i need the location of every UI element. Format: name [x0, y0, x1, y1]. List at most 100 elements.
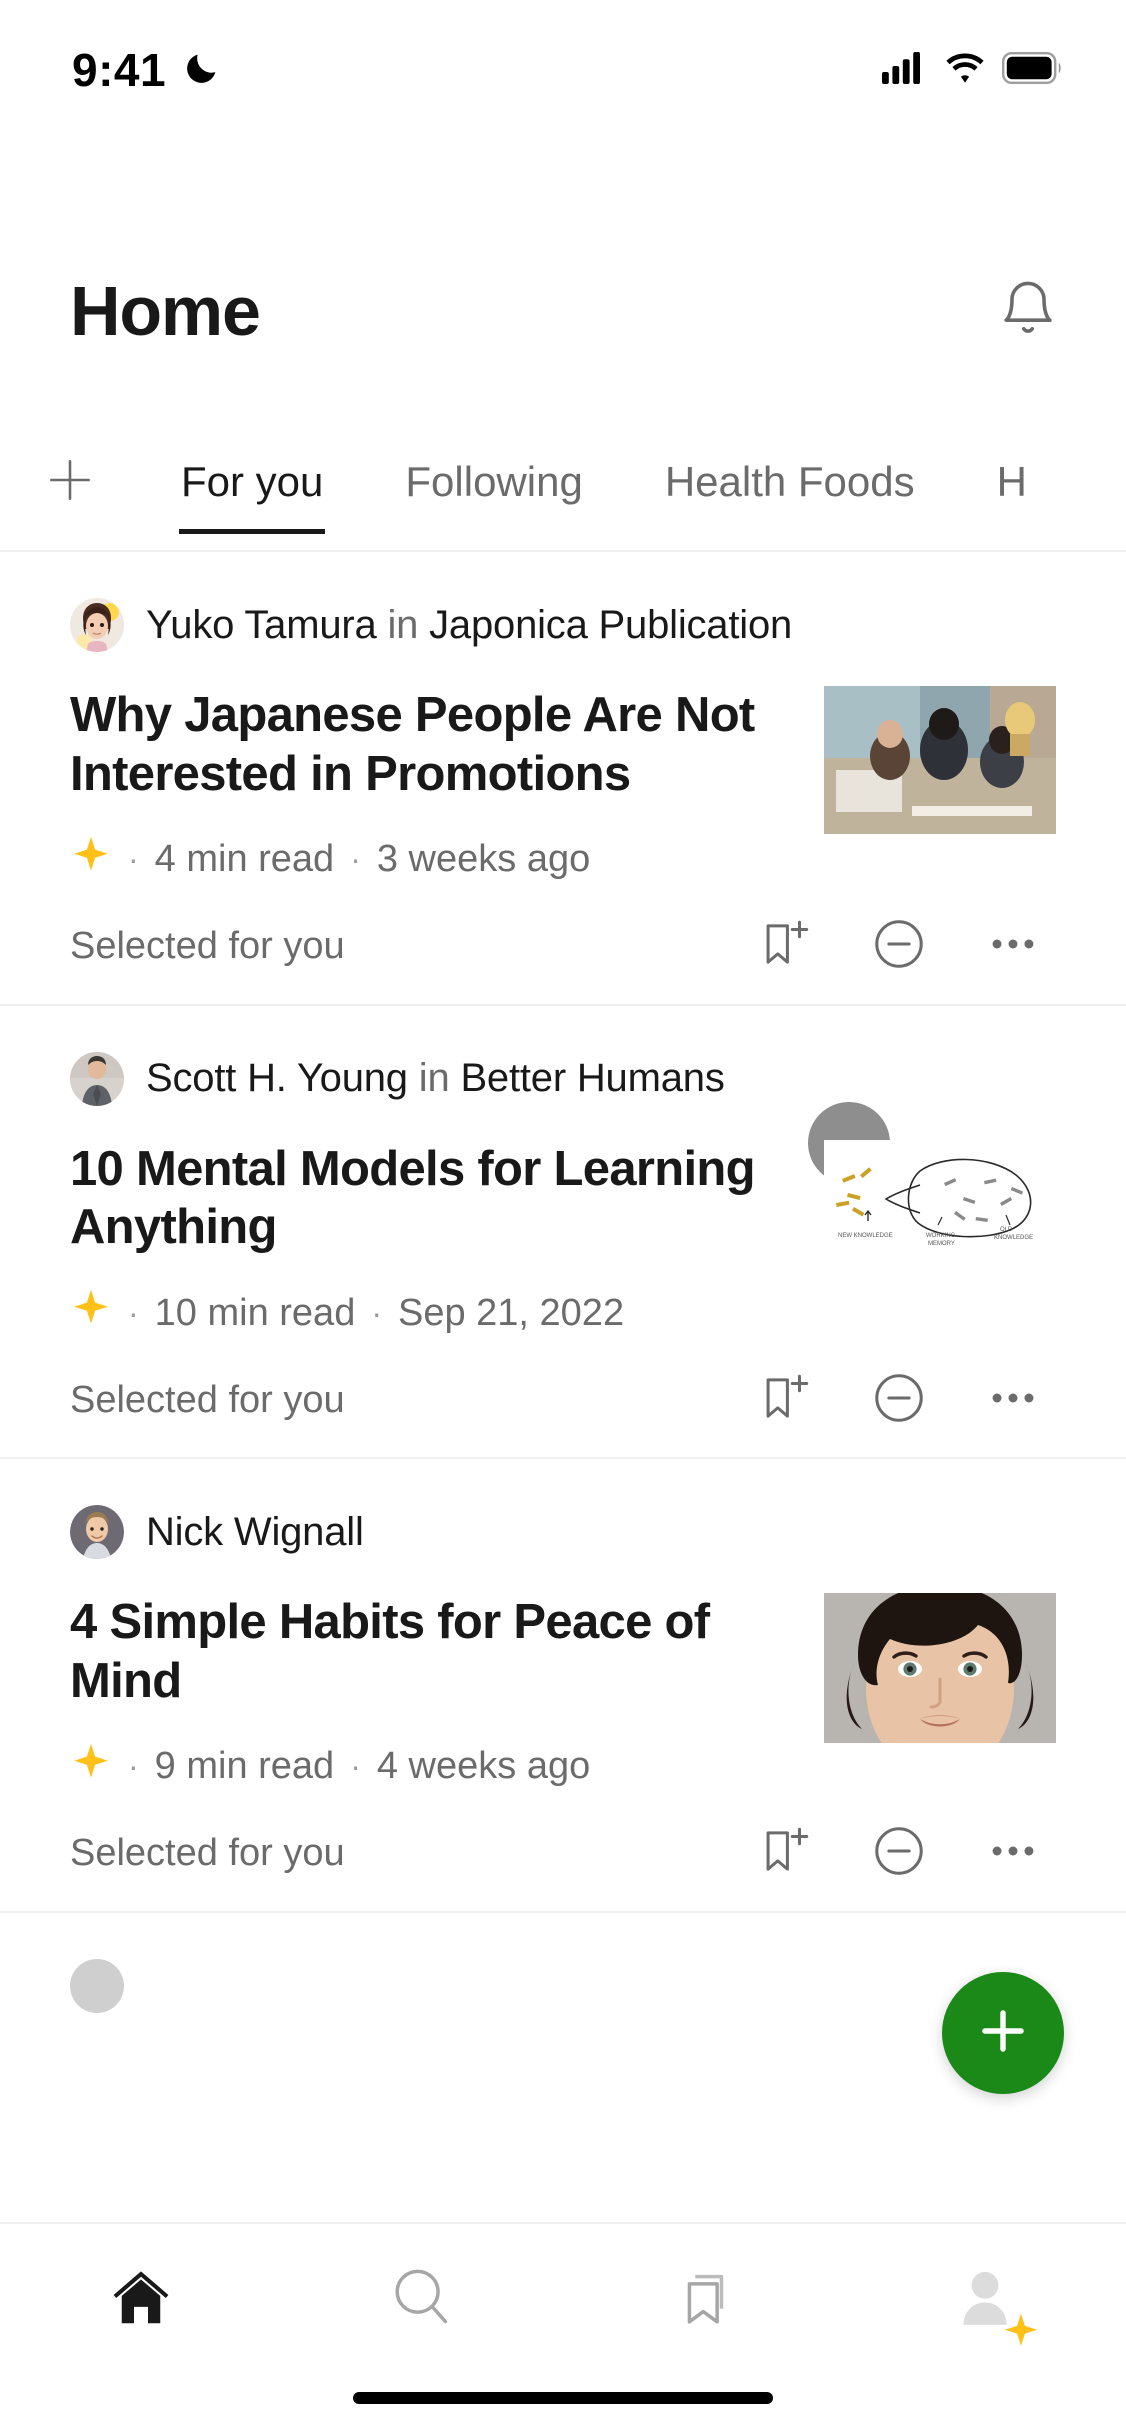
star-sparkle-icon [70, 834, 112, 886]
article-actions[interactable] [754, 916, 1056, 978]
article-byline[interactable] [70, 1958, 1056, 2013]
hide-button[interactable] [868, 1369, 930, 1431]
publish-date: Sep 21, 2022 [397, 1291, 625, 1334]
article-text-block: Why Japanese People Are Not Interested i… [70, 686, 794, 886]
article-meta: · 10 min read · Sep 21, 2022 [70, 1287, 794, 1339]
add-topic-button[interactable] [0, 430, 140, 534]
tab-following[interactable]: Following [364, 430, 623, 534]
in-word: in [387, 602, 419, 647]
article-thumbnail[interactable] [824, 686, 1056, 834]
article-thumbnail[interactable]: NEW KNOWLEDGE WORKING MEMORY OLD KNOWLED… [824, 1139, 1056, 1260]
status-bar-left: 9:41 [72, 43, 222, 97]
svg-text:OLD: OLD [1000, 1227, 1013, 1233]
meta-separator: · [128, 1748, 139, 1785]
article-actions[interactable] [754, 1823, 1056, 1885]
more-dots-icon [984, 1822, 1042, 1885]
author-name: Scott H. Young [146, 1056, 408, 1101]
more-options-button[interactable] [982, 1369, 1044, 1431]
article-card[interactable]: Scott H. Young in Better Humans 10 Menta… [0, 1006, 1126, 1460]
home-indicator [353, 2392, 773, 2404]
selected-for-you-label: Selected for you [70, 1378, 345, 1421]
publish-date: 3 weeks ago [376, 838, 591, 881]
tab-partial[interactable]: H [956, 430, 1068, 534]
status-time: 9:41 [72, 44, 167, 96]
svg-text:MEMORY: MEMORY [928, 1241, 955, 1247]
circle-minus-icon [870, 1822, 928, 1885]
in-word: in [418, 1056, 450, 1101]
publication-name: Better Humans [460, 1056, 725, 1101]
svg-text:KNOWLEDGE: KNOWLEDGE [994, 1235, 1033, 1241]
more-options-button[interactable] [982, 1823, 1044, 1885]
bookmark-button[interactable] [754, 1369, 816, 1431]
byline-text: Yuko Tamura in Japonica Publication [146, 603, 792, 648]
read-time: 4 min read [154, 838, 335, 881]
bookmark-button[interactable] [754, 1823, 816, 1885]
read-time: 9 min read [154, 1745, 335, 1788]
article-title[interactable]: Why Japanese People Are Not Interested i… [70, 686, 794, 804]
meta-separator: · [350, 1748, 361, 1785]
selected-for-you-label: Selected for you [70, 925, 345, 968]
byline-text: Nick Wignall [146, 1510, 364, 1555]
bookmark-plus-icon [756, 1369, 814, 1432]
bookmark-plus-icon [756, 1822, 814, 1885]
plus-icon [972, 2000, 1034, 2067]
meta-separator: · [128, 841, 139, 878]
star-sparkle-icon [1001, 2311, 1041, 2356]
article-footer: Selected for you [70, 916, 1056, 978]
more-dots-icon [984, 1369, 1042, 1432]
nav-search[interactable] [282, 2224, 564, 2374]
selected-for-you-label: Selected for you [70, 1832, 345, 1875]
article-card[interactable]: Yuko Tamura in Japonica Publication Why … [0, 552, 1126, 1184]
bookmark-icon [669, 2262, 739, 2337]
meta-separator: · [128, 1294, 139, 1331]
star-sparkle-icon [70, 1287, 112, 1339]
hide-button[interactable] [868, 1823, 930, 1885]
avatar [70, 1958, 124, 2013]
circle-minus-icon [870, 1369, 928, 1432]
article-body: 10 Mental Models for Learning Anything ·… [70, 1139, 1056, 1340]
notifications-button[interactable] [986, 269, 1070, 353]
article-meta: · 4 min read · 3 weeks ago [70, 834, 794, 886]
article-text-block: 4 Simple Habits for Peace of Mind · 9 mi… [70, 1593, 794, 1793]
bookmark-plus-icon [756, 915, 814, 978]
article-text-block: 10 Mental Models for Learning Anything ·… [70, 1140, 794, 1340]
article-thumbnail[interactable] [824, 1593, 1056, 1744]
avatar [70, 598, 124, 652]
article-title[interactable]: 10 Mental Models for Learning Anything [70, 1140, 794, 1258]
battery-full-icon [1002, 51, 1064, 89]
publication-name: Japonica Publication [429, 602, 793, 647]
star-sparkle-icon [70, 1741, 112, 1793]
tab-health-foods[interactable]: Health Foods [624, 430, 956, 534]
create-post-button[interactable] [942, 1972, 1064, 2094]
article-byline[interactable]: Scott H. Young in Better Humans [70, 1051, 1056, 1106]
plus-icon [42, 452, 98, 513]
tab-for-you[interactable]: For you [140, 430, 364, 534]
bottom-navigation[interactable] [0, 2222, 1126, 2436]
search-icon [387, 2262, 457, 2337]
nav-profile[interactable] [845, 2224, 1126, 2374]
nav-bookmarks[interactable] [563, 2224, 845, 2374]
article-byline[interactable]: Yuko Tamura in Japonica Publication [70, 598, 1056, 652]
article-card[interactable]: Nick Wignall 4 Simple Habits for Peace o… [0, 1459, 1126, 1913]
status-bar-right [882, 51, 1064, 89]
cellular-signal-icon [882, 51, 928, 89]
author-name: Yuko Tamura [146, 602, 377, 647]
circle-minus-icon [870, 915, 928, 978]
meta-separator: · [350, 841, 361, 878]
article-byline[interactable]: Nick Wignall [70, 1505, 1056, 1560]
nav-home[interactable] [0, 2224, 282, 2374]
feed-tabs[interactable]: For you Following Health Foods H [0, 430, 1126, 552]
svg-text:NEW KNOWLEDGE: NEW KNOWLEDGE [838, 1233, 893, 1239]
page-title: Home [70, 272, 261, 350]
hide-button[interactable] [868, 916, 930, 978]
home-icon [106, 2262, 176, 2337]
status-bar: 9:41 [0, 0, 1126, 140]
byline-text: Scott H. Young in Better Humans [146, 1056, 725, 1101]
article-actions[interactable] [754, 1369, 1056, 1431]
avatar [70, 1051, 124, 1106]
article-title[interactable]: 4 Simple Habits for Peace of Mind [70, 1593, 794, 1711]
article-body: Why Japanese People Are Not Interested i… [70, 686, 1056, 886]
bell-icon [996, 277, 1060, 346]
bookmark-button[interactable] [754, 916, 816, 978]
more-options-button[interactable] [982, 916, 1044, 978]
